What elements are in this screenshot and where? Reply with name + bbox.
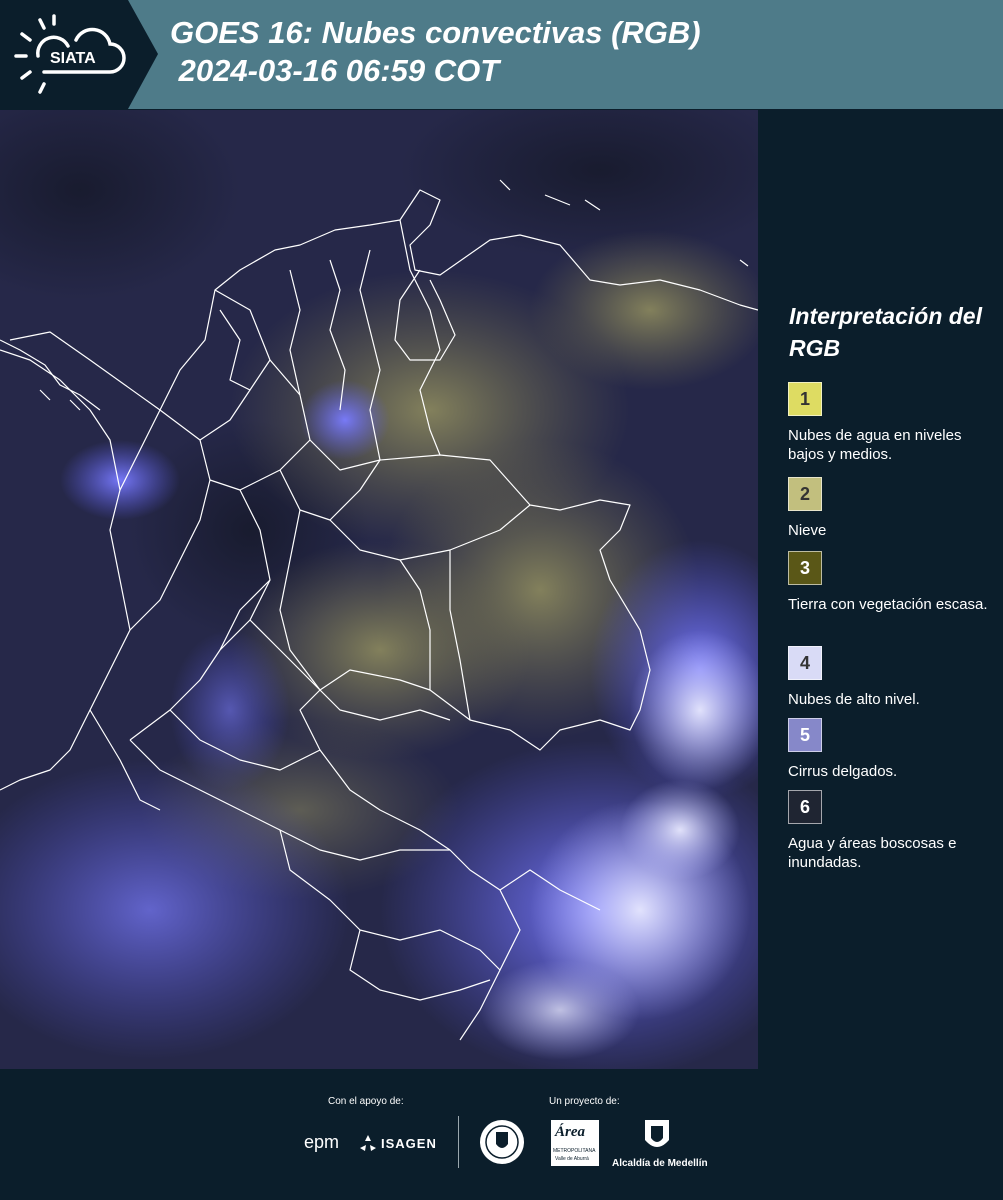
area-metropolitana-logo: Área METROPOLITANA Valle de Aburrá	[551, 1120, 599, 1166]
page-title: GOES 16: Nubes convectivas (RGB) 2024-03…	[170, 14, 701, 90]
title-line-1: GOES 16: Nubes convectivas (RGB)	[170, 15, 701, 50]
legend-label-6: Agua y áreas boscosas e inundadas.	[788, 835, 957, 871]
satellite-image	[0, 110, 758, 1069]
legend-item-6: 6 Agua y áreas boscosas e inundadas.	[788, 790, 998, 872]
legend-panel: Interpretación del RGB 1 Nubes de agua e…	[760, 110, 1003, 1070]
area-text: Área	[555, 1124, 585, 1140]
isagen-logo: ISAGEN	[381, 1136, 437, 1151]
legend-label-4: Nubes de alto nivel.	[788, 691, 920, 708]
legend-label-3: Tierra con vegetación escasa.	[788, 596, 988, 613]
title-line-2: 2024-03-16 06:59 COT	[170, 53, 500, 88]
logo-text: SIATA	[50, 50, 96, 67]
legend-item-3: 3 Tierra con vegetación escasa.	[788, 551, 998, 614]
area-sub2: Valle de Aburrá	[555, 1156, 589, 1162]
legend-label-1: Nubes de agua en niveles bajos y medios.	[788, 427, 962, 463]
legend-swatch-1: 1	[788, 382, 822, 416]
header-bar: SIATA GOES 16: Nubes convectivas (RGB) 2…	[0, 0, 1003, 109]
epm-logo: epm	[304, 1132, 340, 1152]
siata-logo: SIATA	[14, 14, 126, 94]
legend-item-4: 4 Nubes de alto nivel.	[788, 646, 998, 709]
legend-item-2: 2 Nieve	[788, 477, 998, 540]
alcaldia-shield-icon	[645, 1120, 669, 1147]
legend-label-5: Cirrus delgados.	[788, 763, 898, 780]
legend-swatch-5: 5	[788, 718, 822, 752]
legend-swatch-4: 4	[788, 646, 822, 680]
legend-item-5: 5 Cirrus delgados.	[788, 718, 998, 781]
medellin-seal-icon	[480, 1120, 524, 1164]
legend-swatch-2: 2	[788, 477, 822, 511]
legend-swatch-6: 6	[788, 790, 822, 824]
legend-swatch-3: 3	[788, 551, 822, 585]
footer-divider	[458, 1116, 459, 1168]
satellite-map[interactable]	[0, 110, 758, 1069]
legend-title: Interpretación del RGB	[789, 303, 982, 361]
legend-item-1: 1 Nubes de agua en niveles bajos y medio…	[788, 382, 998, 464]
isagen-icon	[360, 1135, 376, 1151]
legend-label-2: Nieve	[788, 522, 827, 539]
project-label: Un proyecto de:	[549, 1096, 620, 1107]
area-sub: METROPOLITANA	[553, 1148, 596, 1154]
support-label: Con el apoyo de:	[328, 1096, 404, 1107]
alcaldia-text: Alcaldía de Medellín	[612, 1158, 708, 1169]
footer: Con el apoyo de: Un proyecto de: epm ISA…	[0, 1070, 1003, 1200]
